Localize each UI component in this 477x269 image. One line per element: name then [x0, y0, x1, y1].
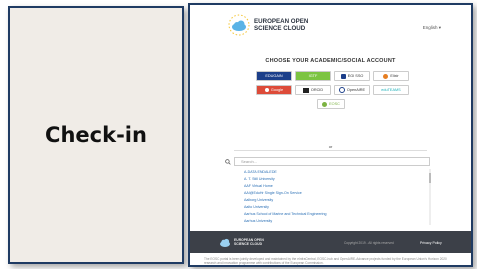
provider-egi-sso-button[interactable]: EGI SSO [334, 71, 370, 81]
checkin-label: Check-in [45, 123, 147, 147]
footer-disclaimer: The EOSC portal is been jointly develope… [204, 257, 447, 265]
logo-line-2: SCIENCE CLOUD [254, 25, 306, 32]
provider-openaire-button[interactable]: OpenAIRE [334, 85, 370, 95]
search-icon [225, 159, 231, 165]
list-item[interactable]: Aarhus University [244, 218, 428, 225]
provider-label: EGI SSO [347, 74, 364, 78]
list-item[interactable]: AAF Virtual Home [244, 183, 428, 190]
provider-label: eduTEAMS [381, 88, 401, 92]
provider-label: Elixir [390, 74, 399, 78]
list-item[interactable]: Aarhus School of Marine and Technical En… [244, 211, 428, 218]
openaire-logo-icon [338, 87, 345, 93]
footer-cloud-logo-icon [220, 238, 230, 247]
provider-label: EOSC [329, 102, 340, 106]
header: EUROPEAN OPEN SCIENCE CLOUD English ▾ [190, 5, 471, 47]
provider-label: EDUGAIN [265, 74, 283, 78]
footer-logo-line-2: SCIENCE CLOUD [234, 242, 263, 246]
eosc-cloud-logo-icon [228, 14, 250, 36]
eosc-logo-icon [322, 101, 328, 107]
institution-list: A-DATA ENDALEDE A. T. Still University A… [244, 169, 428, 225]
provider-eosc-button[interactable]: EOSC [317, 99, 345, 109]
header-logo-text: EUROPEAN OPEN SCIENCE CLOUD [254, 18, 324, 32]
provider-label: IGTF [308, 74, 318, 78]
language-selector[interactable]: English ▾ [423, 25, 441, 31]
search-placeholder: Search... [241, 159, 258, 164]
elixir-logo-icon [383, 73, 389, 79]
provider-label: OpenAIRE [346, 88, 366, 92]
list-item[interactable]: A-DATA ENDALEDE [244, 169, 428, 176]
provider-orcid-button[interactable]: ORCID [295, 85, 331, 95]
egi-logo-icon [340, 73, 346, 79]
checkin-label-card: Check-in [8, 6, 184, 264]
list-item[interactable]: Aalborg University [244, 197, 428, 204]
google-logo-icon [264, 88, 269, 92]
orcid-logo-icon [302, 87, 309, 93]
logo-line-1: EUROPEAN OPEN [254, 18, 309, 25]
choose-account-title: CHOOSE YOUR ACADEMIC/SOCIAL ACCOUNT [265, 58, 396, 64]
list-scrollbar-thumb[interactable] [429, 173, 431, 183]
list-item[interactable]: Aalto University [244, 204, 428, 211]
privacy-policy-link[interactable]: Privacy Policy [420, 241, 442, 245]
screenshot-frame: EUROPEAN OPEN SCIENCE CLOUD English ▾ CH… [188, 3, 473, 267]
provider-igtf-button[interactable]: IGTF [295, 71, 331, 81]
footer-logo-text: EUROPEAN OPEN SCIENCE CLOUD [234, 238, 264, 246]
divider-line [234, 150, 427, 151]
provider-eduteams-button[interactable]: eduTEAMS [373, 85, 409, 95]
provider-label: Google [270, 88, 284, 92]
login-page: EUROPEAN OPEN SCIENCE CLOUD English ▾ CH… [190, 5, 471, 265]
list-item[interactable]: A. T. Still University [244, 176, 428, 183]
or-divider-text: or [328, 144, 333, 149]
provider-edugain-button[interactable]: EDUGAIN [256, 71, 292, 81]
footer: EUROPEAN OPEN SCIENCE CLOUD Copyright 20… [190, 231, 471, 253]
provider-label: ORCID [310, 88, 324, 92]
provider-elixir-button[interactable]: Elixir [373, 71, 409, 81]
footer-copyright: Copyright 2019 - All rights reserved [344, 241, 394, 245]
institution-search-input[interactable]: Search... [225, 157, 430, 166]
provider-google-button[interactable]: Google [256, 85, 292, 95]
list-item[interactable]: AAI@EduHr Single Sign-On Service [244, 190, 428, 197]
